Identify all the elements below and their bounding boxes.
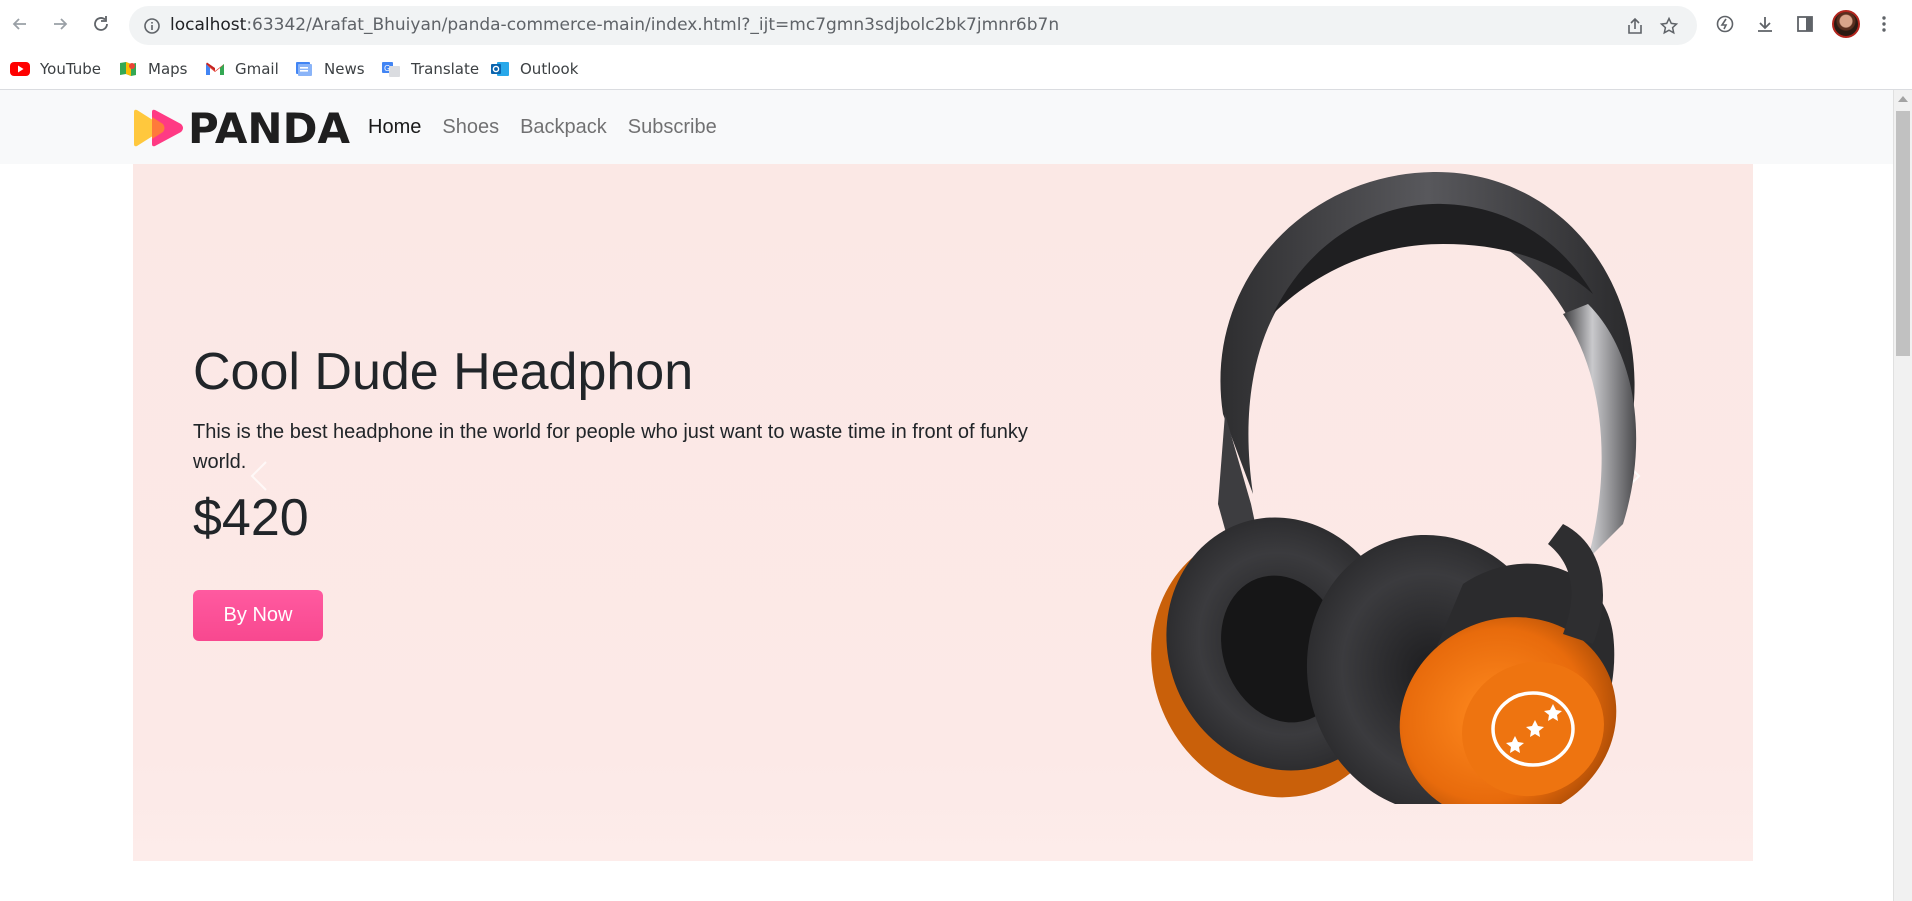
browser-menu-button[interactable] [1872,12,1896,36]
info-icon[interactable] [142,16,162,36]
news-icon [296,62,312,76]
bookmark-label: News [324,60,365,78]
back-button[interactable] [8,12,32,36]
scrollbar-thumb[interactable] [1896,111,1910,356]
bookmark-outlook[interactable]: Outlook [490,58,578,80]
star-icon[interactable] [1659,16,1679,36]
brand-logo[interactable]: PANDA [132,104,350,153]
reload-icon [94,16,108,31]
main-menu: Home Shoes Backpack Subscribe [368,112,738,142]
bookmark-label: Translate [411,60,480,78]
youtube-icon [10,62,30,76]
profile-avatar[interactable] [1832,10,1860,38]
bookmark-label: Maps [148,60,188,78]
maps-icon [120,62,136,76]
hero-carousel: Cool Dude Headphon This is the best head… [133,164,1753,861]
download-icon [1758,17,1772,32]
gmail-icon [206,62,224,75]
bookmarks-bar: YouTube Maps Gmail News G Translate Outl… [0,49,1912,90]
brand-name: PANDA [188,103,350,153]
url-host: localhost [170,15,247,35]
bookmark-label: Outlook [520,60,579,78]
product-title: Cool Dude Headphon [193,343,694,401]
url-text[interactable]: localhost:63342/Arafat_Bhuiyan/panda-com… [170,6,1059,45]
bookmark-youtube[interactable]: YouTube [10,58,101,80]
side-panel-icon [1797,16,1813,32]
nav-link-backpack[interactable]: Backpack [520,112,607,142]
bookmark-label: Gmail [235,60,279,78]
forward-button[interactable] [48,12,72,36]
kebab-menu-icon [1882,16,1886,32]
nav-link-subscribe[interactable]: Subscribe [628,112,717,142]
reload-button[interactable] [89,12,113,36]
side-panel-button[interactable] [1793,12,1817,36]
bookmark-label: YouTube [40,60,101,78]
buy-now-button[interactable]: By Now [193,590,323,641]
carousel-prev-icon[interactable] [238,446,278,506]
bookmark-translate[interactable]: G Translate [381,58,479,80]
svg-text:G: G [384,64,390,73]
address-bar[interactable]: localhost:63342/Arafat_Bhuiyan/panda-com… [129,6,1697,45]
arrow-left-icon [12,18,26,30]
product-description: This is the best headphone in the world … [193,421,1028,473]
extensions-button[interactable] [1713,12,1737,36]
scroll-up-arrow-icon[interactable] [1898,96,1908,102]
browser-toolbar: localhost:63342/Arafat_Bhuiyan/panda-com… [0,0,1912,49]
bookmark-gmail[interactable]: Gmail [205,58,279,80]
bookmark-news[interactable]: News [294,58,365,80]
arrow-right-icon [54,18,68,30]
downloads-button[interactable] [1753,12,1777,36]
page-scrollbar[interactable] [1893,90,1912,901]
panda-logo-icon [134,109,183,147]
bookmark-maps[interactable]: Maps [118,58,187,80]
nav-link-home[interactable]: Home [368,112,421,142]
headphone-image [1151,171,1637,804]
url-path: :63342/Arafat_Bhuiyan/panda-commerce-mai… [246,15,1060,35]
page-content: PANDA Home Shoes Backpack Subscribe Cool… [0,90,1893,901]
nav-link-shoes[interactable]: Shoes [442,112,499,142]
site-navbar: PANDA Home Shoes Backpack Subscribe [0,90,1893,164]
outlook-icon [491,62,509,76]
extension-icon [1716,15,1734,33]
translate-icon: G [382,62,400,77]
share-icon[interactable] [1625,16,1645,36]
